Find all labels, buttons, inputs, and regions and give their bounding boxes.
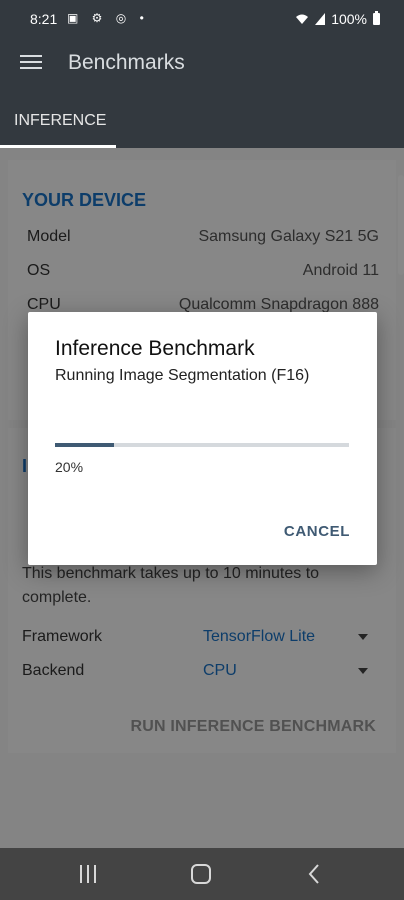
wifi-icon <box>296 14 309 24</box>
hamburger-menu-icon[interactable] <box>20 51 44 73</box>
scrollbar-thumb <box>398 175 404 275</box>
cancel-button[interactable]: CANCEL <box>284 523 350 540</box>
battery-icon <box>373 11 380 25</box>
tab-bar: INFERENCE <box>0 90 404 148</box>
status-time: 8:21 <box>30 11 58 27</box>
battery-percent: 100% <box>331 11 367 27</box>
status-right: 100% <box>295 11 380 27</box>
notification-icons: ▣ ⚙ ◎ • <box>67 11 149 25</box>
progress-bar <box>55 443 349 447</box>
progress-fill <box>55 443 114 447</box>
system-nav-bar <box>0 848 404 900</box>
signal-icon <box>315 13 326 25</box>
tab-inference-label: INFERENCE <box>14 112 107 129</box>
status-bar: 8:21 ▣ ⚙ ◎ • 100% <box>0 0 404 36</box>
progress-percent: 20% <box>55 459 84 475</box>
home-icon[interactable] <box>191 864 211 884</box>
page-title: Benchmarks <box>68 51 185 74</box>
progress-dialog: Inference Benchmark Running Image Segmen… <box>28 312 377 565</box>
recent-apps-icon[interactable] <box>78 865 98 883</box>
dialog-title: Inference Benchmark <box>55 337 255 360</box>
back-icon[interactable] <box>307 863 321 885</box>
app-bar: Benchmarks <box>0 36 404 90</box>
tab-inference[interactable]: INFERENCE <box>0 90 116 148</box>
dialog-subtitle: Running Image Segmentation (F16) <box>55 367 310 384</box>
